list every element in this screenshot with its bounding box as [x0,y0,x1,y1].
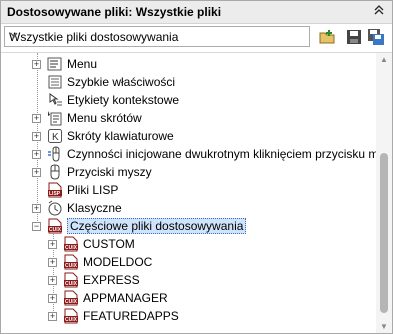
panel-toolbar: Wszystkie pliki dostosowywania [1,24,392,53]
svg-text:LISP: LISP [49,191,61,197]
tree-item-label: Czynności inicjowane dwukrotnym kliknięc… [67,147,376,161]
cuix-file-icon: CUIX [63,272,79,288]
save-icon[interactable] [345,28,363,46]
rollover-tooltips-icon [47,92,63,108]
scroll-up-arrow-icon[interactable]: ▲ [380,55,388,64]
mouse-buttons-icon [47,164,63,180]
tree-item-label: MODELDOC [83,255,153,269]
svg-text:CUIX: CUIX [65,263,78,269]
expand-toggle[interactable]: + [48,275,57,285]
cuix-file-icon: CUIX [63,290,79,306]
expand-toggle[interactable]: + [48,311,57,321]
svg-text:CUIX: CUIX [65,317,78,323]
cuix-file-icon: CUIX [47,218,63,234]
expand-toggle[interactable]: + [32,167,41,177]
expand-toggle[interactable]: + [32,113,41,123]
chevron-down-icon[interactable] [9,28,305,45]
tree-item-legacy[interactable]: + Klasyczne [32,199,122,217]
tree-item-keyboard-shortcuts[interactable]: + K Skróty klawiaturowe [32,127,174,145]
vertical-scrollbar[interactable]: ▲ ▼ [376,53,392,333]
tree-item-lisp-files[interactable]: LISP Pliki LISP [32,181,118,199]
tree-item-rollover-tooltips[interactable]: Etykiety kontekstowe [32,91,179,109]
tree-item-label: Menu [67,57,98,71]
expand-toggle[interactable]: + [48,293,57,303]
menu-icon [47,56,63,72]
legacy-icon [47,200,63,216]
customization-file-selector[interactable]: Wszystkie pliki dostosowywania [4,26,310,47]
cuix-file-icon: CUIX [63,236,79,252]
tree-item-label: Częściowe pliki dostosowywania [67,218,247,234]
shortcut-menu-icon [47,110,63,126]
svg-text:CUIX: CUIX [65,245,78,251]
tree-item-partial-file[interactable]: + CUIX APPMANAGER [48,289,168,307]
customization-panel: Dostosowywane pliki: Wszystkie pliki Wsz… [0,0,393,334]
scroll-down-arrow-icon[interactable]: ▼ [380,322,388,331]
tree-item-label: Przyciski myszy [67,165,152,179]
tree-item-partial-file[interactable]: + CUIX MODELDOC [48,253,152,271]
svg-text:K: K [52,132,59,143]
panel-title: Dostosowywane pliki: Wszystkie pliki [7,5,222,19]
tree-item-label: FEATUREDAPPS [83,309,179,323]
svg-text:CUIX: CUIX [65,299,78,305]
expand-toggle[interactable]: + [48,257,57,267]
panel-titlebar: Dostosowywane pliki: Wszystkie pliki [1,1,392,24]
tree-item-quick-properties[interactable]: Szybkie właściwości [32,73,175,91]
tree-item-label: Szybkie właściwości [67,75,176,89]
svg-text:CUIX: CUIX [49,227,62,233]
cuix-file-icon: CUIX [63,308,79,324]
open-file-icon[interactable] [319,28,337,46]
tree-item-label: Klasyczne [67,201,122,215]
tree-item-label: Pliki LISP [67,183,119,197]
tree-item-double-click-actions[interactable]: + Czynności inicjowane dwukrotnym klikni… [32,145,376,163]
tree-item-partial-file[interactable]: + CUIX EXPRESS [48,271,140,289]
expand-toggle[interactable]: + [32,131,41,141]
collapse-toggle[interactable]: − [32,221,41,231]
expand-toggle[interactable]: + [32,149,41,159]
lisp-file-icon: LISP [47,182,63,198]
scrollbar-thumb[interactable] [380,153,388,313]
tree-item-label: Menu skrótów [67,111,142,125]
svg-text:CUIX: CUIX [65,281,78,287]
tree-item-partial-file[interactable]: + CUIX CUSTOM [48,235,135,253]
tree-item-shortcut-menus[interactable]: + Menu skrótów [32,109,142,127]
tree-item-partial-customization-files[interactable]: − CUIX Częściowe pliki dostosowywania [32,217,247,235]
tree-item-label: EXPRESS [83,273,140,287]
tree-item-partial-file[interactable]: + CUIX FEATUREDAPPS [48,307,179,325]
tree-item-label: APPMANAGER [83,291,168,305]
expand-toggle[interactable]: + [48,239,57,249]
tree-item-menu[interactable]: + Menu [32,55,97,73]
quick-properties-icon [47,74,63,90]
double-chevron-up-icon[interactable] [372,3,386,19]
expand-toggle[interactable]: + [32,59,41,69]
expand-toggle[interactable]: + [32,203,41,213]
tree-item-mouse-buttons[interactable]: + Przyciski myszy [32,163,152,181]
keyboard-shortcut-icon: K [47,128,63,144]
tree-item-label: Skróty klawiaturowe [67,129,174,143]
tree-item-label: Etykiety kontekstowe [67,93,180,107]
double-click-icon [47,146,63,162]
cuix-file-icon: CUIX [63,254,79,270]
save-as-icon[interactable] [367,28,385,46]
customization-tree: + Menu Szybkie właściwości Etykiety kont… [1,53,376,333]
tree-item-label: CUSTOM [83,237,135,251]
